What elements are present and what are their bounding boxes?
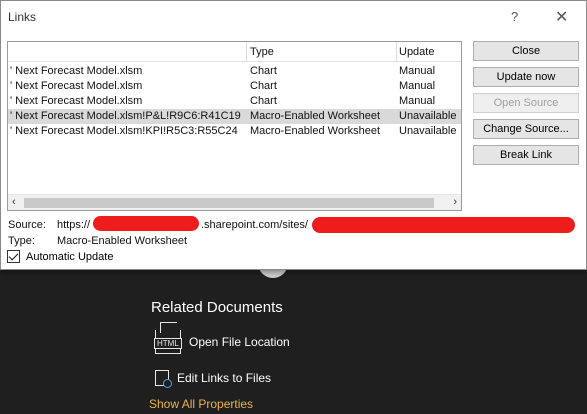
redaction-mark — [93, 216, 199, 231]
dialog-titlebar: Links ? ✕ — [1, 1, 586, 33]
type-label: Type: — [8, 235, 35, 247]
list-item[interactable]: ' Next Forecast Model.xlsm Chart Manual — [8, 64, 461, 79]
list-item-selected[interactable]: ' Next Forecast Model.xlsm!P&L!R9C6:R41C… — [8, 109, 461, 124]
source-url-domain: .sharepoint.com/sites/ — [201, 219, 308, 231]
source-url-prefix: https:// — [57, 219, 91, 231]
link-source: ' Next Forecast Model.xlsm — [10, 65, 143, 77]
link-update: Manual — [399, 80, 436, 92]
column-separator[interactable] — [396, 42, 397, 62]
link-update: Manual — [399, 95, 436, 107]
type-value: Macro-Enabled Worksheet — [57, 235, 188, 247]
column-separator[interactable] — [461, 42, 462, 62]
close-button[interactable]: Close — [473, 41, 579, 61]
help-button[interactable]: ? — [511, 9, 518, 24]
link-source: ' Next Forecast Model.xlsm!P&L!R9C6:R41C… — [10, 110, 241, 122]
source-label: Source: — [8, 219, 46, 231]
list-item[interactable]: ' Next Forecast Model.xlsm Chart Manual — [8, 94, 461, 109]
link-source: ' Next Forecast Model.xlsm — [10, 80, 143, 92]
open-source-button[interactable]: Open Source — [473, 93, 579, 113]
list-item[interactable]: ' Next Forecast Model.xlsm Chart Manual — [8, 79, 461, 94]
column-separator[interactable] — [246, 42, 247, 62]
close-icon[interactable]: ✕ — [555, 7, 568, 27]
break-link-button[interactable]: Break Link — [473, 145, 579, 165]
link-source: ' Next Forecast Model.xlsm!KPI!R5C3:R55C… — [10, 125, 238, 137]
redaction-mark — [312, 217, 575, 233]
horizontal-scrollbar[interactable]: ‹ › — [8, 194, 461, 210]
link-type: Chart — [250, 65, 277, 77]
link-source: ' Next Forecast Model.xlsm — [10, 95, 143, 107]
link-update: Unavailable — [399, 125, 457, 137]
scrollbar-thumb[interactable] — [24, 198, 434, 208]
link-type: Chart — [250, 80, 277, 92]
change-source-button[interactable]: Change Source... — [473, 119, 579, 139]
list-item[interactable]: ' Next Forecast Model.xlsm!KPI!R5C3:R55C… — [8, 124, 461, 139]
list-header: Type Update — [8, 42, 461, 62]
update-now-button[interactable]: Update now — [473, 67, 579, 87]
link-update: Unavailable — [399, 110, 457, 122]
related-documents-heading: Related Documents — [151, 299, 283, 316]
column-header-update[interactable]: Update — [399, 46, 434, 58]
link-type: Macro-Enabled Worksheet — [250, 125, 381, 137]
open-file-location-link[interactable]: HTML Open File Location — [154, 322, 290, 354]
column-header-type[interactable]: Type — [250, 46, 274, 58]
links-dialog: Links ? ✕ Type Update ' Next Forecast Mo… — [0, 0, 587, 270]
link-type: Chart — [250, 95, 277, 107]
edit-links-icon — [155, 370, 172, 388]
link-update: Manual — [399, 65, 436, 77]
automatic-update-option[interactable]: Automatic Update — [7, 250, 113, 263]
links-list[interactable]: Type Update ' Next Forecast Model.xlsm C… — [7, 41, 462, 211]
automatic-update-checkbox[interactable] — [7, 250, 20, 263]
scroll-right-icon[interactable]: › — [453, 196, 457, 208]
edit-links-label: Edit Links to Files — [177, 371, 272, 385]
html-icon-text: HTML — [154, 338, 182, 349]
show-all-properties-link[interactable]: Show All Properties — [149, 397, 253, 411]
html-file-icon: HTML — [154, 322, 182, 354]
scroll-left-icon[interactable]: ‹ — [12, 196, 16, 208]
open-file-location-label: Open File Location — [189, 335, 290, 349]
edit-links-to-files-link[interactable]: Edit Links to Files — [155, 370, 272, 388]
dialog-title: Links — [8, 10, 37, 24]
link-type: Macro-Enabled Worksheet — [250, 110, 381, 122]
automatic-update-label: Automatic Update — [26, 250, 114, 263]
